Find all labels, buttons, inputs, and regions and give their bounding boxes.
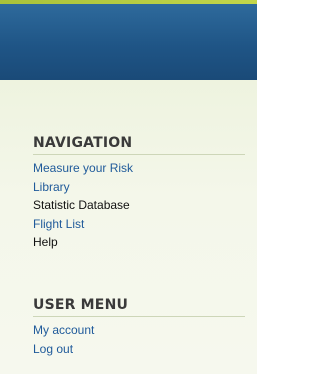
- log-out-link[interactable]: Log out: [33, 342, 73, 356]
- nav-item-flight-list[interactable]: Flight List: [33, 215, 245, 234]
- navigation-menu: Measure your Risk Library Statistic Data…: [33, 159, 245, 252]
- nav-item-library[interactable]: Library: [33, 178, 245, 197]
- nav-link-measure-your-risk[interactable]: Measure your Risk: [33, 161, 133, 175]
- navigation-title: NAVIGATION: [33, 134, 245, 155]
- user-menu-block: USER MENU My account Log out: [33, 296, 245, 358]
- header-banner: [0, 4, 257, 80]
- user-menu-item-my-account[interactable]: My account: [33, 321, 245, 340]
- my-account-link[interactable]: My account: [33, 323, 94, 337]
- user-menu-item-log-out[interactable]: Log out: [33, 340, 245, 359]
- user-menu-title: USER MENU: [33, 296, 245, 317]
- nav-link-library[interactable]: Library: [33, 180, 70, 194]
- nav-item-help[interactable]: Help: [33, 233, 245, 252]
- navigation-block: NAVIGATION Measure your Risk Library Sta…: [33, 134, 245, 252]
- nav-item-measure-your-risk[interactable]: Measure your Risk: [33, 159, 245, 178]
- page: NAVIGATION Measure your Risk Library Sta…: [0, 0, 257, 374]
- nav-link-help[interactable]: Help: [33, 235, 58, 249]
- nav-link-flight-list[interactable]: Flight List: [33, 217, 84, 231]
- user-menu: My account Log out: [33, 321, 245, 358]
- nav-link-statistic-database[interactable]: Statistic Database: [33, 198, 130, 212]
- nav-item-statistic-database[interactable]: Statistic Database: [33, 196, 245, 215]
